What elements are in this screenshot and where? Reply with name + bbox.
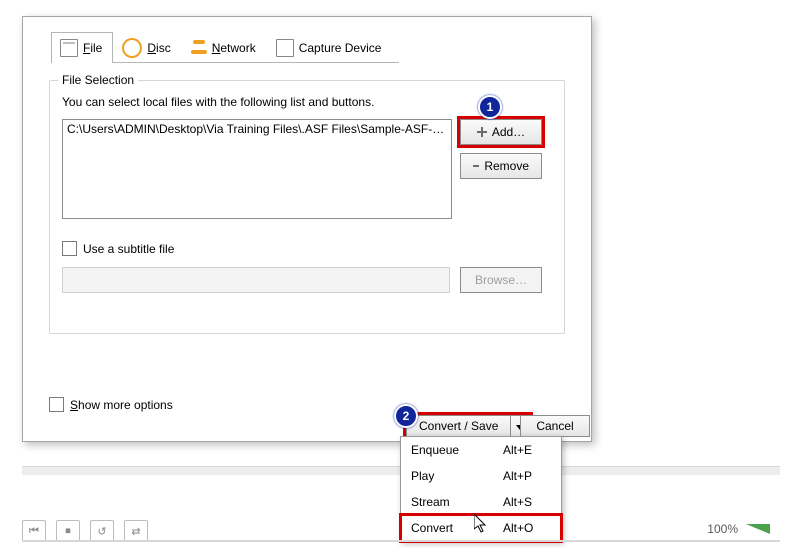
prev-button[interactable]: ⏮ <box>22 520 46 542</box>
tab-disc[interactable]: Disc <box>113 32 181 63</box>
menu-label: Convert <box>411 521 453 535</box>
shuffle-icon: ⇄ <box>131 525 140 538</box>
browse-button-label: Browse… <box>475 273 527 287</box>
remove-button[interactable]: Remove <box>460 153 542 179</box>
group-title: File Selection <box>58 73 138 87</box>
menu-label: Stream <box>411 495 450 509</box>
subtitle-path-input <box>62 267 450 293</box>
menu-accel: Alt+O <box>493 515 561 541</box>
tab-file-label: File <box>83 41 102 55</box>
checkbox-icon <box>49 397 64 412</box>
media-source-tabs: File Disc Network Capture Device <box>51 31 399 63</box>
show-more-label: Show more options <box>70 398 173 412</box>
tab-disc-label: Disc <box>147 41 170 55</box>
window-bottom-edge <box>22 540 780 542</box>
tab-capture-label: Capture Device <box>299 41 382 55</box>
menu-accel: Alt+E <box>493 437 561 463</box>
tab-network-label: Network <box>212 41 256 55</box>
menu-item-play[interactable]: Play Alt+P <box>401 463 561 489</box>
subtitle-checkbox-label: Use a subtitle file <box>83 242 174 256</box>
browse-button: Browse… <box>460 267 542 293</box>
plus-icon <box>477 127 487 137</box>
menu-label: Enqueue <box>411 443 459 457</box>
stop-button[interactable]: ⏹ <box>56 520 80 542</box>
open-media-dialog: File Disc Network Capture Device File Se… <box>22 16 592 442</box>
cancel-button[interactable]: Cancel <box>520 415 590 437</box>
tab-capture[interactable]: Capture Device <box>267 32 393 63</box>
file-selection-hint: You can select local files with the foll… <box>62 95 374 109</box>
annotation-badge-1: 1 <box>478 95 502 119</box>
convert-save-button[interactable]: Convert / Save <box>406 415 511 437</box>
add-button[interactable]: Add… <box>460 119 542 145</box>
annotation-badge-2: 2 <box>394 404 418 428</box>
volume-percent: 100% <box>707 522 738 536</box>
prev-icon: ⏮ <box>29 525 39 538</box>
convert-save-label: Convert / Save <box>419 419 498 433</box>
menu-accel: Alt+P <box>493 463 561 489</box>
volume-icon <box>746 524 770 534</box>
shuffle-button[interactable]: ⇄ <box>124 520 148 542</box>
tab-file[interactable]: File <box>51 32 113 63</box>
loop-icon: ↺ <box>97 525 106 538</box>
add-button-label: Add… <box>492 125 525 139</box>
checkbox-icon <box>62 241 77 256</box>
menu-item-enqueue[interactable]: Enqueue Alt+E <box>401 437 561 463</box>
menu-item-convert[interactable]: Convert Alt+O <box>401 515 561 541</box>
loop-button[interactable]: ↺ <box>90 520 114 542</box>
disc-icon <box>122 38 142 58</box>
menu-label: Play <box>411 469 434 483</box>
cancel-button-label: Cancel <box>536 419 573 433</box>
show-more-options[interactable]: Show more options <box>49 397 173 412</box>
minus-icon <box>473 165 479 167</box>
remove-button-label: Remove <box>484 159 529 173</box>
list-item[interactable]: C:\Users\ADMIN\Desktop\Via Training File… <box>63 120 451 138</box>
stop-icon: ⏹ <box>65 525 71 538</box>
tab-network[interactable]: Network <box>182 32 267 63</box>
menu-accel: Alt+S <box>493 489 561 515</box>
file-list[interactable]: C:\Users\ADMIN\Desktop\Via Training File… <box>62 119 452 219</box>
convert-save-menu: Enqueue Alt+E Play Alt+P Stream Alt+S Co… <box>400 436 562 542</box>
subtitle-checkbox[interactable]: Use a subtitle file <box>62 241 174 256</box>
player-toolbar: ⏮ ⏹ ↺ ⇄ <box>22 520 148 542</box>
file-icon <box>60 39 78 57</box>
volume-area[interactable]: 100% <box>707 522 770 536</box>
capture-icon <box>276 39 294 57</box>
menu-item-stream[interactable]: Stream Alt+S <box>401 489 561 515</box>
network-icon <box>191 40 207 56</box>
